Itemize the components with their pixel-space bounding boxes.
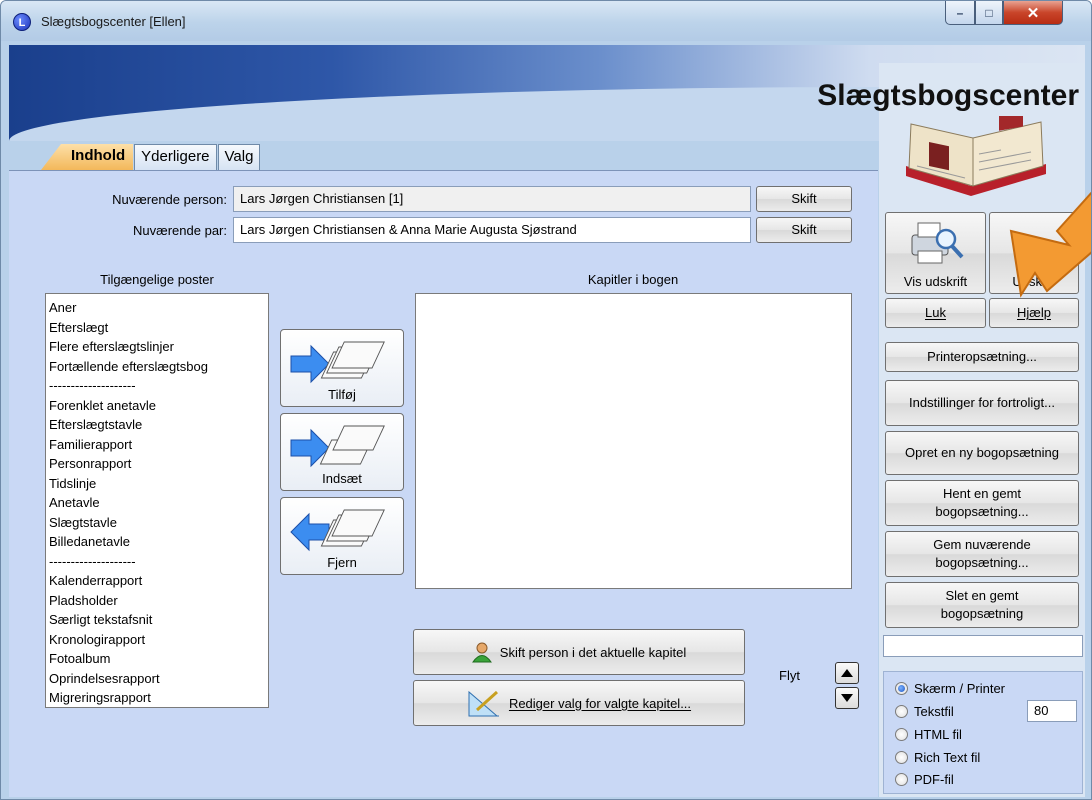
print-button[interactable]: Udskriv <box>989 212 1079 294</box>
list-item[interactable]: Flere efterslægtslinjer <box>46 337 268 357</box>
change-couple-button[interactable]: Skift <box>756 217 852 243</box>
list-item[interactable]: Aner <box>46 298 268 318</box>
remove-arrow-icon <box>290 509 385 552</box>
radio-label: Tekstfil <box>914 704 954 719</box>
radio-html-file[interactable]: HTML fil <box>895 727 962 742</box>
list-item[interactable]: Migreringsrapport <box>46 688 268 708</box>
current-person-field: Lars Jørgen Christiansen [1] <box>233 186 751 212</box>
move-up-button[interactable] <box>835 662 859 684</box>
couple-label: Nuværende par: <box>133 223 227 238</box>
change-chapter-person-button[interactable]: Skift person i det aktuelle kapitel <box>413 629 745 675</box>
window-title: Slægtsbogscenter [Ellen] <box>41 14 186 29</box>
person-label: Nuværende person: <box>112 192 227 207</box>
radio-dot-icon <box>895 728 908 741</box>
radio-dot-icon <box>895 705 908 718</box>
radio-text-file[interactable]: Tekstfil <box>895 704 954 719</box>
printer-setup-button[interactable]: Printeropsætning... <box>885 342 1079 372</box>
down-arrow-icon <box>841 694 853 702</box>
radio-dot-icon <box>895 682 908 695</box>
current-couple-field: Lars Jørgen Christiansen & Anna Marie Au… <box>233 217 751 243</box>
app-window: L Slægtsbogscenter [Ellen] – □ ✕ Slægtsb… <box>0 0 1092 800</box>
print-preview-button[interactable]: Vis udskrift <box>885 212 986 294</box>
available-items-list[interactable]: Aner Efterslægt Flere efterslægtslinjer For… <box>45 293 269 708</box>
tab-strip: Indhold Yderligere Valg <box>41 144 261 170</box>
move-down-button[interactable] <box>835 687 859 709</box>
help-button[interactable]: Hjælp <box>989 298 1079 328</box>
list-item[interactable]: Forenklet anetavle <box>46 396 268 416</box>
list-item[interactable]: Tidslinje <box>46 474 268 494</box>
change-person-button[interactable]: Skift <box>756 186 852 212</box>
remove-button[interactable]: Fjern <box>280 497 404 575</box>
list-item[interactable]: Oprindelsesrapport <box>46 669 268 689</box>
list-item[interactable]: -------------------- <box>46 552 268 572</box>
status-field <box>883 635 1083 657</box>
app-logo-icon: L <box>13 13 31 31</box>
save-book-setup-button[interactable]: Gem nuværende bogopsætning... <box>885 531 1079 577</box>
minimize-button[interactable]: – <box>945 1 975 25</box>
list-item[interactable]: Kronologirapport <box>46 630 268 650</box>
radio-dot-icon <box>895 751 908 764</box>
privacy-settings-button[interactable]: Indstillinger for fortroligt... <box>885 380 1079 426</box>
tab-indhold[interactable]: Indhold <box>41 144 134 170</box>
up-arrow-icon <box>841 669 853 677</box>
move-label: Flyt <box>779 668 800 683</box>
edit-chapter-options-button[interactable]: Rediger valg for valgte kapitel... <box>413 680 745 726</box>
radio-screen-printer[interactable]: Skærm / Printer <box>895 681 1005 696</box>
tab-yderligere[interactable]: Yderligere <box>134 144 217 170</box>
list-item[interactable]: Pladsholder <box>46 591 268 611</box>
radio-pdf-file[interactable]: PDF-fil <box>895 772 954 787</box>
load-setup-line1: Hent en gemt <box>942 486 1022 501</box>
maximize-button[interactable]: □ <box>975 1 1003 25</box>
book-icon <box>906 116 1046 196</box>
remove-button-label: Fjern <box>327 555 357 570</box>
print-preview-label: Vis udskrift <box>903 274 968 289</box>
tab-valg[interactable]: Valg <box>217 144 261 170</box>
print-label: Udskriv <box>1012 274 1056 289</box>
list-item[interactable]: Kalenderrapport <box>46 571 268 591</box>
list-item[interactable]: Familierapport <box>46 435 268 455</box>
add-button-label: Tilføj <box>328 387 356 402</box>
close-button[interactable]: Luk <box>885 298 986 328</box>
list-item[interactable]: -------------------- <box>46 376 268 396</box>
chapters-label: Kapitler i bogen <box>587 272 679 287</box>
list-item[interactable]: Slægtstavle <box>46 513 268 533</box>
close-window-button[interactable]: ✕ <box>1003 1 1063 25</box>
save-setup-line1: Gem nuværende <box>933 537 1031 552</box>
new-book-setup-button[interactable]: Opret en ny bogopsætning <box>885 431 1079 475</box>
add-arrow-icon <box>290 341 385 384</box>
load-setup-line2: bogopsætning... <box>935 504 1029 519</box>
chapters-list[interactable] <box>415 293 852 589</box>
print-preview-icon <box>911 222 964 264</box>
person-icon <box>471 642 492 663</box>
edit-options-icon <box>468 690 499 717</box>
list-item[interactable]: Efterslægtstavle <box>46 415 268 435</box>
load-book-setup-button[interactable]: Hent en gemt bogopsætning... <box>885 480 1079 526</box>
app-heading: Slægtsbogscenter <box>817 79 1079 112</box>
radio-rich-text-file[interactable]: Rich Text fil <box>895 750 980 765</box>
delete-setup-line1: Slet en gemt <box>945 588 1019 603</box>
list-item[interactable]: Anetavle <box>46 493 268 513</box>
radio-label: Skærm / Printer <box>914 681 1006 696</box>
save-setup-line2: bogopsætning... <box>935 555 1029 570</box>
list-item[interactable]: Personrapport <box>46 454 268 474</box>
text-width-input[interactable]: 80 <box>1027 700 1077 722</box>
add-button[interactable]: Tilføj <box>280 329 404 407</box>
list-item[interactable]: Fotoalbum <box>46 649 268 669</box>
radio-dot-icon <box>895 773 908 786</box>
list-item[interactable]: Fortællende efterslægtsbog <box>46 357 268 377</box>
list-item[interactable]: Efterslægt <box>46 318 268 338</box>
available-items-label: Tilgængelige poster <box>100 272 214 287</box>
insert-button[interactable]: Indsæt <box>280 413 404 491</box>
insert-arrow-icon <box>290 425 385 468</box>
delete-setup-line2: bogopsætning <box>940 606 1024 621</box>
radio-label: Rich Text fil <box>914 750 981 765</box>
radio-label: HTML fil <box>914 727 962 742</box>
delete-book-setup-button[interactable]: Slet en gemt bogopsætning <box>885 582 1079 628</box>
radio-label: PDF-fil <box>914 772 954 787</box>
edit-chapter-options-label: Rediger valg for valgte kapitel... <box>508 695 692 711</box>
list-item[interactable]: Billedanetavle <box>46 532 268 552</box>
change-chapter-person-label: Skift person i det aktuelle kapitel <box>499 644 687 660</box>
list-item[interactable]: Særligt tekstafsnit <box>46 610 268 630</box>
insert-button-label: Indsæt <box>322 471 362 486</box>
